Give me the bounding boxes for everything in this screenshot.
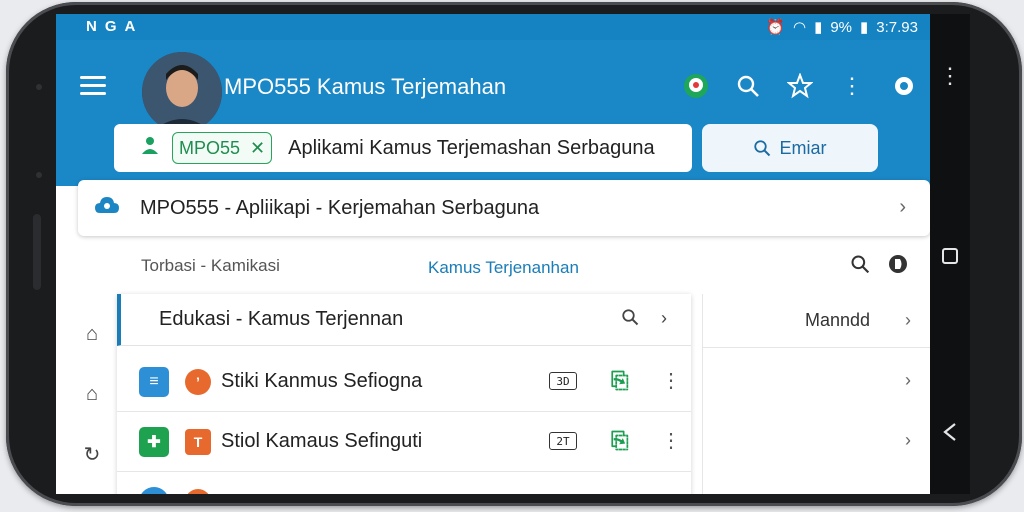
more-icon[interactable]: ⋮ [826, 70, 878, 102]
app-title: MPO555 Kamus Terjemahan [224, 74, 507, 99]
overview-icon[interactable] [938, 244, 962, 268]
chevron-right-icon[interactable]: › [905, 430, 911, 451]
app-sub-icon: ’ [185, 368, 211, 395]
list-header[interactable]: Edukasi - Kamus Terjennan › [117, 294, 691, 346]
appbar-actions: ⋮ [670, 70, 930, 102]
share-icon[interactable]: ⎘ [611, 368, 629, 394]
battery-percent: 9% [830, 18, 853, 36]
shield-icon[interactable] [888, 254, 908, 280]
battery-icon: ▮ [860, 19, 869, 36]
more-icon[interactable]: ⋮ [661, 368, 681, 393]
sensor-dot [36, 172, 42, 178]
left-rail: ⌂ ⌂ ↻ [74, 304, 110, 484]
chat-icon[interactable] [670, 70, 722, 102]
cloud-icon [94, 195, 120, 221]
list-panel: Edukasi - Kamus Terjennan › ≡ ’ Stiki Ka… [117, 294, 691, 494]
side-row[interactable]: › [703, 354, 930, 408]
chevron-right-icon[interactable]: › [905, 370, 911, 391]
app-icon: ≡ [139, 366, 169, 397]
keyboard-icon[interactable]: 2T [549, 432, 577, 450]
notification-icons: N G A [86, 18, 135, 35]
sensor-dot [36, 84, 42, 90]
home-outline-icon[interactable]: ⌂ [74, 364, 110, 424]
share-icon[interactable]: ⎘ [611, 428, 629, 454]
chevron-right-icon[interactable]: › [905, 310, 911, 331]
side-panel: Manndd › › › [702, 294, 930, 494]
speaker-grille [33, 214, 41, 290]
avatar[interactable] [142, 52, 222, 132]
clock: 3:7.93 [876, 18, 918, 36]
notification-icon: G [104, 18, 117, 35]
app-icon [139, 487, 169, 494]
search-icon[interactable] [850, 254, 870, 280]
more-icon[interactable]: ⋮ [661, 428, 681, 453]
app-sub-icon [185, 489, 211, 494]
search-bar[interactable]: MPO55 ✕ Aplikami Kamus Terjemashan Serba… [114, 124, 692, 172]
filter-chip[interactable]: MPO55 ✕ [172, 132, 273, 164]
person-icon [140, 135, 160, 161]
chip-label: MPO55 [179, 137, 241, 158]
alarm-icon: ⏰ [766, 19, 785, 36]
result-card[interactable]: MPO555 - Apliikapi - Kerjemahan Serbagun… [78, 180, 930, 236]
settings-icon[interactable] [878, 70, 930, 102]
side-row[interactable]: › [703, 414, 930, 468]
phone-frame: N G A ⏰ ◠ ▮ 9% ▮ 3:7.93 MPO555 Kamus Ter… [0, 0, 1024, 512]
section-bar: Torbasi - Kamikasi Kamus Terjenanhan [56, 246, 930, 286]
notification-icon: N [86, 18, 97, 35]
search-button-label: Emiar [779, 137, 827, 158]
refresh-icon[interactable]: ↻ [74, 424, 110, 484]
search-icon [754, 140, 771, 157]
signal-icon: ▮ [814, 19, 823, 36]
screen: N G A ⏰ ◠ ▮ 9% ▮ 3:7.93 MPO555 Kamus Ter… [56, 14, 930, 494]
side-row-label: Manndd [805, 310, 871, 330]
back-icon[interactable] [938, 420, 962, 444]
list-header-title: Edukasi - Kamus Terjennan [159, 308, 404, 330]
app-bar: MPO555 Kamus Terjemahan ⋮ MPO55 ✕ Aplika… [56, 40, 930, 186]
side-row[interactable]: Manndd › [703, 294, 930, 348]
app-sub-icon: T [185, 428, 211, 455]
system-nav-bar: ⋮ [930, 14, 970, 494]
search-icon[interactable] [621, 308, 639, 331]
star-icon[interactable] [774, 70, 826, 102]
list-item[interactable]: ≡ ’ Stiki Kanmus Sefiogna 3D ⎘ ⋮ [117, 352, 691, 412]
tab-kamus[interactable]: Kamus Terjenanhan [428, 258, 579, 278]
chevron-right-icon[interactable]: › [661, 308, 667, 331]
home-icon[interactable]: ⌂ [74, 304, 110, 364]
status-bar: N G A ⏰ ◠ ▮ 9% ▮ 3:7.93 [56, 14, 930, 40]
notification-icon: A [124, 18, 136, 35]
section-label: Torbasi - Kamikasi [141, 256, 280, 275]
keyboard-icon[interactable]: 3D [549, 372, 577, 390]
search-icon[interactable] [722, 70, 774, 102]
wifi-icon: ◠ [792, 19, 807, 36]
list-item-label: Stiki Kanmus Sefiogna [221, 370, 423, 392]
search-input[interactable]: Aplikami Kamus Terjemashan Serbaguna [288, 137, 655, 160]
list-item[interactable] [117, 472, 691, 494]
app-icon: ✚ [139, 426, 169, 457]
more-icon[interactable]: ⋮ [938, 63, 962, 88]
list-item[interactable]: ✚ T Stiol Kamaus Sefinguti 2T ⎘ ⋮ [117, 412, 691, 472]
system-status: ⏰ ◠ ▮ 9% ▮ 3:7.93 [766, 18, 918, 37]
chevron-right-icon[interactable]: › [899, 196, 906, 219]
menu-icon[interactable] [80, 76, 106, 96]
section-actions [850, 254, 908, 280]
list-header-actions: › [621, 308, 667, 331]
close-icon[interactable]: ✕ [250, 138, 265, 159]
search-button[interactable]: Emiar [702, 124, 878, 172]
list-item-label: Stiol Kamaus Sefinguti [221, 430, 423, 452]
result-title: MPO555 - Apliikapi - Kerjemahan Serbagun… [140, 196, 540, 219]
